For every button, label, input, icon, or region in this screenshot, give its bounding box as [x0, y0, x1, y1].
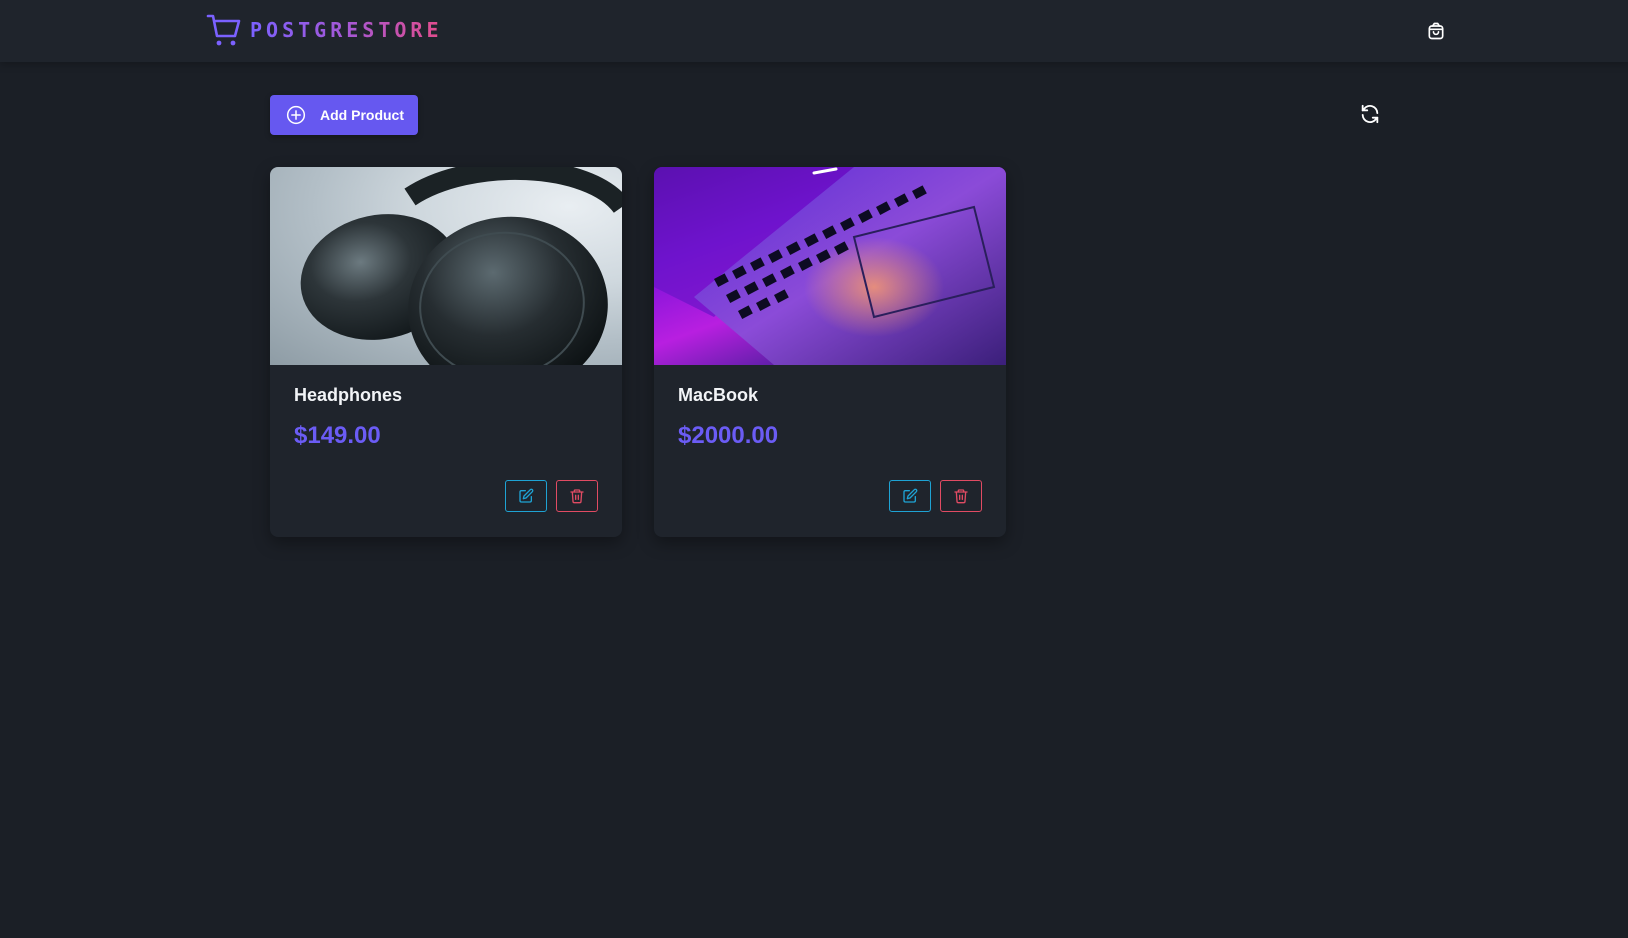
product-card: MacBook $2000.00	[654, 167, 1006, 537]
shopping-bag-icon	[1428, 22, 1444, 40]
edit-icon	[519, 488, 534, 503]
product-price: $2000.00	[678, 422, 779, 449]
add-product-button[interactable]: Add Product	[270, 95, 418, 135]
brand-name: POSTGRESTORE	[250, 18, 443, 42]
plus-circle-icon	[286, 105, 306, 125]
product-name: MacBook	[678, 385, 759, 405]
edit-button[interactable]	[505, 480, 547, 512]
edit-button[interactable]	[889, 480, 931, 512]
product-price: $149.00	[294, 422, 381, 449]
cart-button[interactable]	[1423, 18, 1449, 44]
trash-icon	[954, 489, 968, 504]
product-card-body: MacBook $2000.00	[654, 365, 1006, 450]
navbar: POSTGRESTORE	[0, 0, 1628, 62]
product-image-macbook	[654, 167, 1006, 365]
add-product-label: Add Product	[320, 107, 404, 123]
product-grid: Headphones $149.00 MacBook $2000.00	[270, 167, 1006, 537]
product-actions	[889, 480, 982, 512]
product-name: Headphones	[294, 385, 403, 405]
refresh-button[interactable]	[1358, 102, 1382, 126]
product-card: Headphones $149.00	[270, 167, 622, 537]
headphones-illustration	[300, 167, 622, 365]
macbook-illustration	[654, 167, 1006, 365]
trash-icon	[570, 489, 584, 504]
product-actions	[505, 480, 598, 512]
delete-button[interactable]	[940, 480, 982, 512]
product-image-headphones	[270, 167, 622, 365]
delete-button[interactable]	[556, 480, 598, 512]
refresh-icon	[1361, 104, 1379, 124]
product-card-body: Headphones $149.00	[270, 365, 622, 450]
shopping-cart-icon	[206, 14, 241, 46]
edit-icon	[903, 488, 918, 503]
brand-link[interactable]: POSTGRESTORE	[206, 12, 443, 48]
